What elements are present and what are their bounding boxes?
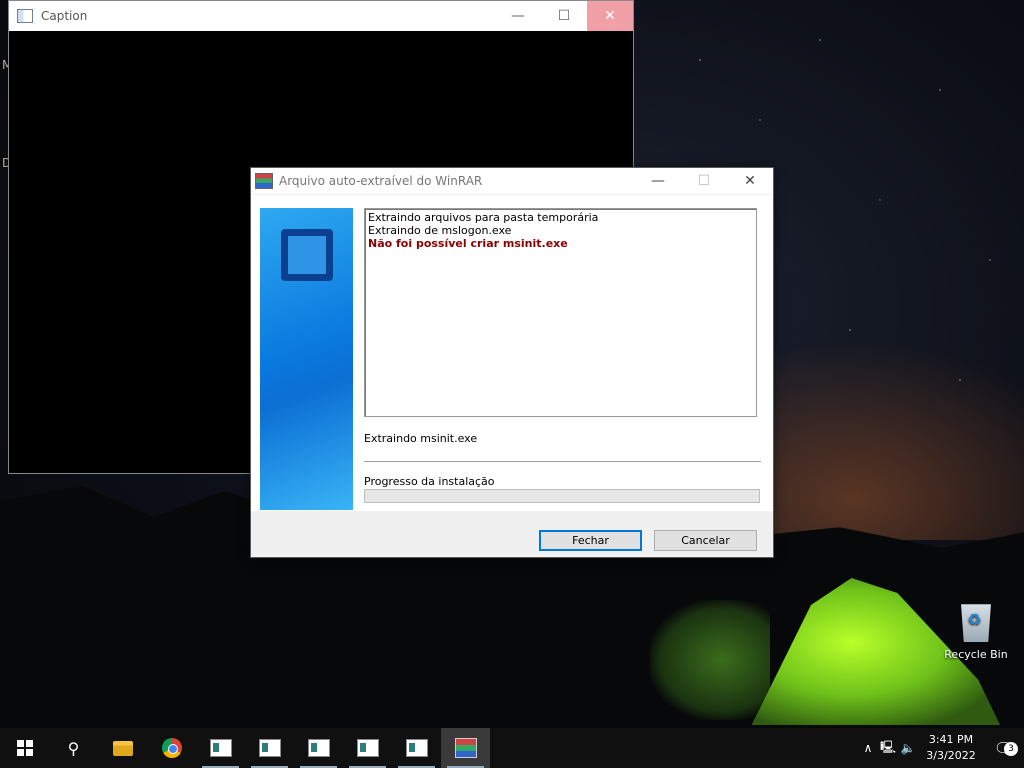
desktop-grass bbox=[650, 600, 770, 720]
taskbar-app-window[interactable] bbox=[343, 728, 392, 768]
system-tray: ∧ 🖳 🔈 3:41 PM 3/3/2022 🗨 3 bbox=[858, 728, 1024, 768]
caption-window-title: Caption bbox=[41, 9, 88, 23]
dialog-body: Extraindo arquivos para pasta temporária… bbox=[251, 195, 773, 511]
status-text: Extraindo msinit.exe bbox=[364, 432, 478, 445]
taskbar-app-window[interactable] bbox=[196, 728, 245, 768]
taskbar-app-window[interactable] bbox=[294, 728, 343, 768]
app-window-icon bbox=[405, 739, 428, 757]
progress-bar bbox=[364, 489, 760, 503]
winrar-logo-icon bbox=[281, 229, 333, 281]
winrar-icon bbox=[454, 738, 477, 758]
taskbar-file-explorer[interactable] bbox=[98, 728, 147, 768]
network-icon[interactable]: 🖳 bbox=[878, 738, 898, 759]
close-button[interactable]: ✕ bbox=[587, 1, 633, 31]
minimize-icon: — bbox=[651, 173, 665, 189]
file-explorer-icon bbox=[112, 740, 133, 756]
window-app-icon bbox=[17, 9, 33, 23]
close-button[interactable]: ✕ bbox=[727, 168, 773, 194]
minimize-icon: — bbox=[511, 8, 525, 24]
recycle-bin-label: Recycle Bin bbox=[944, 648, 1008, 661]
log-line-error: Não foi possível criar msinit.exe bbox=[368, 237, 568, 250]
close-icon: ✕ bbox=[744, 173, 756, 189]
log-line: Extraindo de mslogon.exe bbox=[368, 224, 512, 237]
taskbar-clock[interactable]: 3:41 PM 3/3/2022 bbox=[918, 732, 984, 764]
windows-start-icon bbox=[16, 740, 33, 756]
app-window-icon bbox=[356, 739, 379, 757]
search-icon: ⚲ bbox=[67, 738, 80, 758]
clock-time: 3:41 PM bbox=[928, 733, 974, 746]
taskbar-chrome[interactable] bbox=[147, 728, 196, 768]
clock-date: 3/3/2022 bbox=[926, 749, 976, 762]
maximize-icon: ☐ bbox=[557, 8, 571, 24]
minimize-button[interactable]: — bbox=[495, 1, 541, 31]
winrar-icon bbox=[255, 173, 273, 189]
winrar-banner bbox=[260, 208, 353, 510]
dialog-title-bar[interactable]: Arquivo auto-extraível do WinRAR — ☐ ✕ bbox=[251, 168, 773, 194]
taskbar-app-window[interactable] bbox=[245, 728, 294, 768]
taskbar-app-window[interactable] bbox=[392, 728, 441, 768]
close-dialog-button[interactable]: Fechar bbox=[539, 530, 642, 551]
winrar-sfx-dialog[interactable]: Arquivo auto-extraível do WinRAR — ☐ ✕ E… bbox=[250, 167, 774, 558]
start-button[interactable] bbox=[0, 728, 49, 768]
action-center-button[interactable]: 🗨 3 bbox=[984, 739, 1024, 758]
minimize-button[interactable]: — bbox=[635, 168, 681, 194]
caption-title-bar[interactable]: Caption — ☐ ✕ bbox=[9, 1, 633, 31]
cancel-button[interactable]: Cancelar bbox=[654, 530, 757, 551]
divider bbox=[364, 461, 761, 463]
progress-label: Progresso da instalação bbox=[364, 475, 495, 488]
maximize-button: ☐ bbox=[681, 168, 727, 194]
search-button[interactable]: ⚲ bbox=[49, 728, 98, 768]
chrome-icon bbox=[161, 738, 182, 758]
recycle-bin-shortcut[interactable]: Recycle Bin bbox=[940, 600, 1012, 661]
app-window-icon bbox=[307, 739, 330, 757]
maximize-button[interactable]: ☐ bbox=[541, 1, 587, 31]
taskbar-winrar[interactable] bbox=[441, 728, 490, 768]
dialog-title: Arquivo auto-extraível do WinRAR bbox=[279, 174, 483, 188]
extraction-log[interactable]: Extraindo arquivos para pasta temporária… bbox=[364, 208, 757, 417]
chevron-up-icon[interactable]: ∧ bbox=[858, 741, 878, 755]
notification-badge: 3 bbox=[1004, 741, 1018, 756]
maximize-icon: ☐ bbox=[697, 173, 711, 189]
app-window-icon bbox=[258, 739, 281, 757]
volume-icon[interactable]: 🔈 bbox=[898, 741, 918, 755]
log-line: Extraindo arquivos para pasta temporária bbox=[368, 211, 599, 224]
recycle-bin-icon bbox=[961, 604, 991, 642]
close-icon: ✕ bbox=[604, 8, 616, 24]
app-window-icon bbox=[209, 739, 232, 757]
taskbar: ⚲ ∧ 🖳 🔈 3:41 PM 3/3/2022 🗨 3 bbox=[0, 728, 1024, 768]
